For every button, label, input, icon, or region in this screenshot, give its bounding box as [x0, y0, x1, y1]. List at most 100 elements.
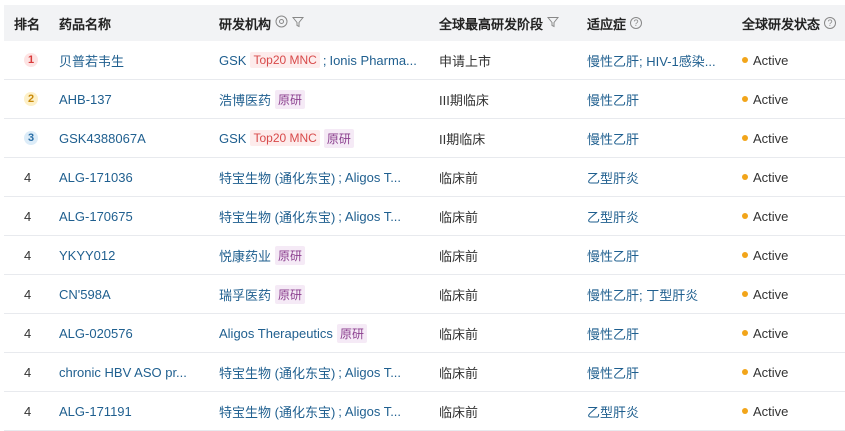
table-row[interactable]: 3 GSK4388067A GSK Top20 MNC 原研 II期临床 慢性乙肝 … [4, 119, 845, 158]
org-link[interactable]: 特宝生物 (通化东宝) [219, 363, 335, 382]
indication-link[interactable]: 乙型肝炎 [587, 168, 639, 187]
indication-link[interactable]: 乙型肝炎 [587, 207, 639, 226]
table-row[interactable]: 4 CN'598A 瑞孚医药 原研 临床前 慢性乙肝; 丁型肝炎 Active [4, 275, 845, 314]
rank-medal-icon: 1 [24, 53, 38, 67]
status-dot-icon [742, 291, 748, 297]
drug-name-link[interactable]: chronic HBV ASO pr... [59, 365, 187, 380]
org-link[interactable]: Aligos T... [345, 365, 401, 380]
status-dot-icon [742, 57, 748, 63]
stage-text: 临床前 [439, 365, 479, 381]
stage-text: 临床前 [439, 326, 479, 342]
drug-name-link[interactable]: CN'598A [59, 287, 111, 302]
indication-cell: 慢性乙肝; 丁型肝炎 [587, 275, 732, 313]
org-link[interactable]: GSK [219, 131, 246, 146]
status-cell: Active [742, 197, 842, 235]
indication-link[interactable]: 慢性乙肝 [587, 90, 639, 109]
org-link[interactable]: GSK [219, 53, 246, 68]
status-dot-icon [742, 252, 748, 258]
org-link[interactable]: Aligos Therapeutics [219, 326, 333, 341]
stage-cell: II期临床 [439, 119, 574, 157]
rank-cell: 4 [14, 314, 54, 352]
org-link[interactable]: 特宝生物 (通化东宝) [219, 207, 335, 226]
drug-name-link[interactable]: ALG-020576 [59, 326, 133, 341]
drug-name-link[interactable]: ALG-171036 [59, 170, 133, 185]
org-link[interactable]: Aligos T... [345, 209, 401, 224]
indication-cell: 乙型肝炎 [587, 392, 732, 430]
name-cell: ALG-171191 [59, 392, 199, 430]
indication-link[interactable]: 慢性乙肝 [587, 129, 639, 148]
indication-link[interactable]: 慢性乙肝 [587, 324, 639, 343]
org-tag: Top20 MNC [250, 130, 320, 146]
org-cell: GSK Top20 MNC 原研 [219, 119, 424, 157]
indication-cell: 慢性乙肝; HIV-1感染... [587, 41, 732, 79]
name-cell: chronic HBV ASO pr... [59, 353, 199, 391]
org-cell: 特宝生物 (通化东宝); Aligos T... [219, 353, 424, 391]
org-link[interactable]: 悦康药业 [219, 246, 271, 265]
org-link[interactable]: Aligos T... [345, 170, 401, 185]
help-icon[interactable]: ? [824, 17, 837, 29]
rank-cell: 4 [14, 197, 54, 235]
org-link[interactable]: Aligos T... [345, 404, 401, 419]
settings-circle-icon[interactable] [275, 15, 288, 31]
table-row[interactable]: 1 贝普若韦生 GSK Top20 MNC; Ionis Pharma... 申请上… [4, 41, 845, 80]
org-link[interactable]: 特宝生物 (通化东宝) [219, 168, 335, 187]
indication-cell: 乙型肝炎 [587, 158, 732, 196]
drug-name-link[interactable]: GSK4388067A [59, 131, 146, 146]
indication-link[interactable]: 慢性乙肝; HIV-1感染... [587, 51, 716, 70]
header-rank: 排名 [14, 5, 54, 41]
drug-name-link[interactable]: YKYY012 [59, 248, 115, 263]
status-cell: Active [742, 353, 842, 391]
filter-icon[interactable] [291, 16, 305, 31]
rank-cell: 3 [14, 119, 54, 157]
org-cell: 瑞孚医药 原研 [219, 275, 424, 313]
rank-number: 2 [27, 93, 35, 105]
drug-name-link[interactable]: 贝普若韦生 [59, 51, 124, 70]
drug-name-link[interactable]: AHB-137 [59, 92, 112, 107]
indication-cell: 慢性乙肝 [587, 353, 732, 391]
rank-cell: 2 [14, 80, 54, 118]
table-row[interactable]: 4 ALG-171191 特宝生物 (通化东宝); Aligos T... 临床前… [4, 392, 845, 431]
table-row[interactable]: 4 ALG-171036 特宝生物 (通化东宝); Aligos T... 临床前… [4, 158, 845, 197]
stage-text: III期临床 [439, 92, 489, 108]
status-text: Active [753, 403, 789, 419]
rank-number: 4 [24, 364, 32, 380]
drug-name-link[interactable]: ALG-171191 [59, 404, 132, 419]
table-row[interactable]: 4 ALG-170675 特宝生物 (通化东宝); Aligos T... 临床前… [4, 197, 845, 236]
org-link[interactable]: Ionis Pharma... [329, 53, 416, 68]
org-link[interactable]: 浩博医药 [219, 90, 271, 109]
stage-cell: 临床前 [439, 197, 574, 235]
rank-medal-icon: 2 [24, 92, 38, 106]
status-text: Active [753, 52, 789, 68]
rank-number: 4 [24, 325, 32, 341]
name-cell: CN'598A [59, 275, 199, 313]
status-dot-icon [742, 135, 748, 141]
status-cell: Active [742, 119, 842, 157]
status-cell: Active [742, 236, 842, 274]
org-cell: 悦康药业 原研 [219, 236, 424, 274]
stage-cell: 临床前 [439, 236, 574, 274]
help-icon[interactable]: ? [630, 17, 643, 29]
header-name-label: 药品名称 [59, 16, 112, 32]
rank-cell: 4 [14, 158, 54, 196]
filter-icon[interactable] [546, 16, 560, 31]
org-link[interactable]: 特宝生物 (通化东宝) [219, 402, 335, 421]
table-row[interactable]: 4 chronic HBV ASO pr... 特宝生物 (通化东宝); Alig… [4, 353, 845, 392]
indication-link[interactable]: 乙型肝炎 [587, 402, 639, 421]
rank-cell: 4 [14, 236, 54, 274]
org-tag: 原研 [275, 245, 306, 265]
stage-text: 临床前 [439, 209, 479, 225]
indication-cell: 慢性乙肝 [587, 236, 732, 274]
table-row[interactable]: 2 AHB-137 浩博医药 原研 III期临床 慢性乙肝 Active [4, 80, 845, 119]
status-cell: Active [742, 41, 842, 79]
indication-link[interactable]: 慢性乙肝; 丁型肝炎 [587, 285, 698, 304]
table-row[interactable]: 4 YKYY012 悦康药业 原研 临床前 慢性乙肝 Active [4, 236, 845, 275]
org-cell: 特宝生物 (通化东宝); Aligos T... [219, 158, 424, 196]
drug-name-link[interactable]: ALG-170675 [59, 209, 133, 224]
table-row[interactable]: 4 ALG-020576 Aligos Therapeutics 原研 临床前 慢… [4, 314, 845, 353]
indication-link[interactable]: 慢性乙肝 [587, 363, 639, 382]
header-indication: 适应症 ? [587, 5, 732, 41]
indication-link[interactable]: 慢性乙肝 [587, 246, 639, 265]
status-dot-icon [742, 174, 748, 180]
rank-number: 1 [27, 54, 35, 66]
org-link[interactable]: 瑞孚医药 [219, 285, 271, 304]
